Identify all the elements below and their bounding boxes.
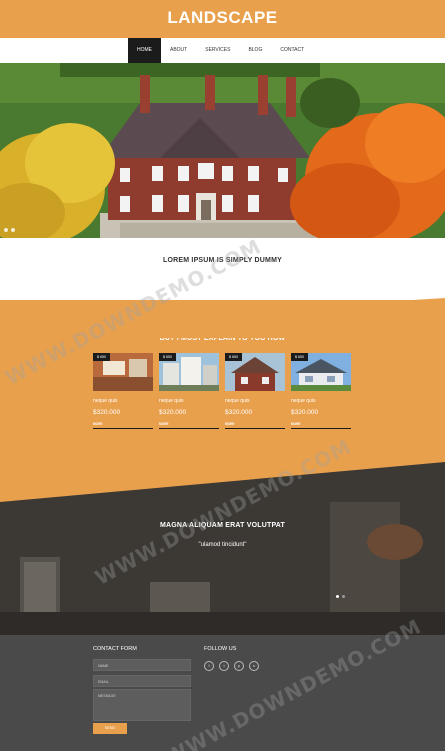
skype-icon[interactable]: s [249, 661, 259, 671]
nav-item-blog[interactable]: BLOG [239, 38, 271, 63]
property-card[interactable]: $ 650 neque quis $320.000 MORE [291, 353, 351, 429]
more-link[interactable]: MORE [93, 422, 153, 429]
property-image[interactable]: $ 650 [159, 353, 219, 391]
testimonial-pagination [336, 595, 345, 598]
card-title[interactable]: neque quis [225, 398, 285, 404]
property-cards: $ 650 neque quis $320.000 MORE $ 650 neq… [93, 353, 353, 429]
site-footer: CONTACT FORM NAME EMAIL MESSAGE SEND FOL… [0, 635, 445, 751]
section-divider-shape [0, 298, 445, 338]
card-title[interactable]: neque quis [159, 398, 219, 404]
nav-item-services[interactable]: SERVICES [196, 38, 239, 63]
nav-item-home[interactable]: HOME [128, 38, 161, 63]
property-card[interactable]: $ 650 neque quis $320.000 MORE [159, 353, 219, 429]
contact-form-title: CONTACT FORM [93, 646, 137, 652]
nav-item-about[interactable]: ABOUT [161, 38, 196, 63]
testimonial-background-image [0, 462, 445, 635]
property-card[interactable]: $ 650 neque quis $320.000 MORE [93, 353, 153, 429]
price-tag: $ 650 [93, 353, 110, 361]
facebook-icon[interactable]: f [204, 661, 214, 671]
hero-house-image [0, 63, 445, 238]
card-title[interactable]: neque quis [291, 398, 351, 404]
site-header: LANDSCAPE [0, 0, 445, 38]
message-field[interactable]: MESSAGE [93, 689, 191, 721]
email-field[interactable]: EMAIL [93, 675, 191, 687]
name-field[interactable]: NAME [93, 659, 191, 671]
testimonial-quote-title: "ulamod tincidunt" [198, 542, 247, 548]
property-image[interactable]: $ 650 [291, 353, 351, 391]
send-button[interactable]: SEND [93, 723, 127, 734]
card-price: $320.000 [291, 409, 319, 416]
intro-title: LOREM IPSUM IS SIMPLY DUMMY [163, 257, 282, 264]
card-price: $320.000 [159, 409, 187, 416]
site-logo[interactable]: LANDSCAPE [0, 8, 445, 28]
card-price: $320.000 [93, 409, 121, 416]
testimonial-section: MAGNA ALIQUAM ERAT VOLUTPAT "ulamod tinc… [0, 462, 445, 635]
more-link[interactable]: MORE [225, 422, 285, 429]
hero-slider [0, 63, 445, 238]
property-card[interactable]: $ 650 neque quis $320.000 MORE [225, 353, 285, 429]
main-nav: HOME ABOUT SERVICES BLOG CONTACT [0, 38, 445, 63]
card-title[interactable]: neque quis [93, 398, 153, 404]
price-tag: $ 650 [225, 353, 242, 361]
follow-title: FOLLOW US [204, 646, 237, 652]
hero-dot[interactable] [11, 228, 15, 232]
testimonial-title: MAGNA ALIQUAM ERAT VOLUTPAT [159, 522, 286, 529]
more-link[interactable]: MORE [159, 422, 219, 429]
price-tag: $ 650 [159, 353, 176, 361]
price-tag: $ 650 [291, 353, 308, 361]
nav-item-contact[interactable]: CONTACT [271, 38, 313, 63]
social-links: f t p s [204, 661, 259, 671]
hero-pagination [4, 228, 15, 232]
testimonial-dot[interactable] [336, 595, 339, 598]
card-price: $320.000 [225, 409, 253, 416]
twitter-icon[interactable]: t [219, 661, 229, 671]
more-link[interactable]: MORE [291, 422, 351, 429]
property-image[interactable]: $ 650 [93, 353, 153, 391]
testimonial-dot[interactable] [342, 595, 345, 598]
pinterest-icon[interactable]: p [234, 661, 244, 671]
property-image[interactable]: $ 650 [225, 353, 285, 391]
hero-dot[interactable] [4, 228, 8, 232]
